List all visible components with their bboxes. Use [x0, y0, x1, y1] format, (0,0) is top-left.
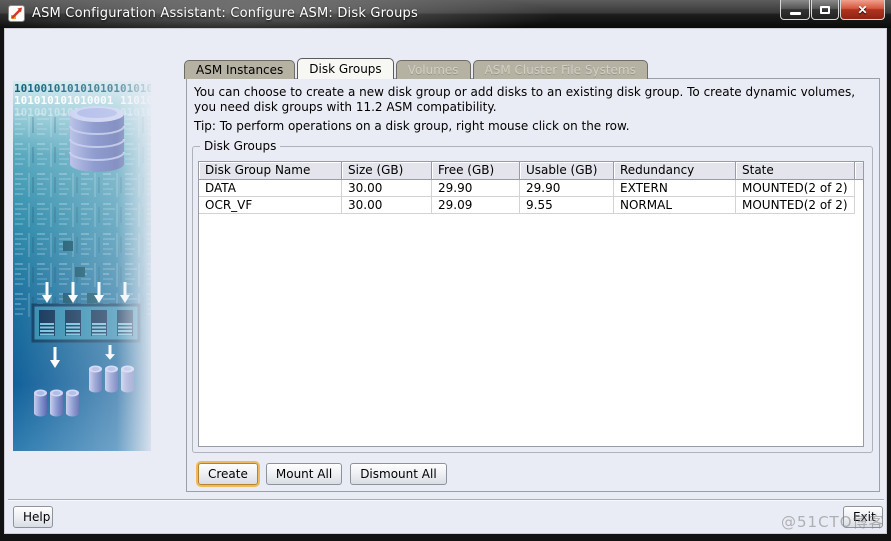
disk-groups-tab-panel: You can choose to create a new disk grou…	[186, 78, 880, 492]
table-action-buttons: Create Mount All Dismount All	[198, 463, 447, 485]
titlebar[interactable]: ASM Configuration Assistant: Configure A…	[0, 0, 891, 28]
maximize-icon	[820, 5, 830, 14]
cell-state[interactable]: MOUNTED(2 of 2)	[736, 197, 855, 214]
cell-usable[interactable]: 9.55	[520, 197, 614, 214]
disk-groups-groupbox: Disk Groups Disk Group Name Size (GB) Fr…	[192, 139, 873, 453]
column-header-disk-group-name[interactable]: Disk Group Name	[199, 162, 342, 179]
bottom-separator	[8, 499, 884, 501]
tip-text: Tip: To perform operations on a disk gro…	[194, 119, 630, 133]
groupbox-title: Disk Groups	[204, 139, 277, 153]
window-controls: ✕	[779, 0, 885, 20]
tab-asm-cluster-file-systems: ASM Cluster File Systems	[472, 60, 648, 79]
app-icon	[8, 5, 25, 22]
close-button[interactable]: ✕	[840, 0, 885, 20]
column-header-filler	[855, 162, 863, 179]
create-button[interactable]: Create	[198, 463, 258, 485]
cell-redundancy[interactable]: NORMAL	[614, 197, 736, 214]
tab-volumes: Volumes	[395, 60, 471, 79]
table-row-data[interactable]: DATA 30.00 29.90 29.90 EXTERN MOUNTED(2 …	[199, 180, 863, 197]
mount-all-button[interactable]: Mount All	[265, 463, 343, 485]
cell-state[interactable]: MOUNTED(2 of 2)	[736, 180, 855, 197]
close-icon: ✕	[857, 2, 868, 17]
cell-size[interactable]: 30.00	[342, 197, 432, 214]
asmca-window: ASM Configuration Assistant: Configure A…	[0, 0, 891, 541]
help-button[interactable]: Help	[13, 506, 53, 528]
disk-groups-table[interactable]: Disk Group Name Size (GB) Free (GB) Usab…	[198, 161, 864, 447]
table-header-row: Disk Group Name Size (GB) Free (GB) Usab…	[199, 162, 863, 180]
cell-size[interactable]: 30.00	[342, 180, 432, 197]
cell-disk-group-name[interactable]: OCR_VF	[199, 197, 342, 214]
description-text: You can choose to create a new disk grou…	[194, 85, 856, 114]
column-header-usable[interactable]: Usable (GB)	[520, 162, 614, 179]
tab-disk-groups[interactable]: Disk Groups	[297, 58, 394, 79]
sidebar-graphic: 101001010101010101010 101010101010001 11…	[13, 81, 151, 451]
window-title: ASM Configuration Assistant: Configure A…	[32, 6, 418, 21]
column-header-redundancy[interactable]: Redundancy	[614, 162, 736, 179]
column-header-free[interactable]: Free (GB)	[432, 162, 520, 179]
cell-free[interactable]: 29.09	[432, 197, 520, 214]
cell-disk-group-name[interactable]: DATA	[199, 180, 342, 197]
tab-bar: ASM Instances Disk Groups Volumes ASM Cl…	[184, 58, 650, 79]
cell-redundancy[interactable]: EXTERN	[614, 180, 736, 197]
table-row-ocr-vf[interactable]: OCR_VF 30.00 29.09 9.55 NORMAL MOUNTED(2…	[199, 197, 863, 214]
column-header-size[interactable]: Size (GB)	[342, 162, 432, 179]
minimize-icon	[789, 11, 801, 15]
window-content: 101001010101010101010 101010101010001 11…	[4, 28, 887, 534]
column-header-state[interactable]: State	[736, 162, 855, 179]
maximize-button[interactable]	[811, 0, 839, 20]
minimize-button[interactable]	[780, 0, 810, 20]
cell-usable[interactable]: 29.90	[520, 180, 614, 197]
exit-button[interactable]: Exit	[843, 506, 883, 528]
cell-free[interactable]: 29.90	[432, 180, 520, 197]
tab-asm-instances[interactable]: ASM Instances	[184, 60, 296, 79]
dismount-all-button[interactable]: Dismount All	[350, 463, 447, 485]
